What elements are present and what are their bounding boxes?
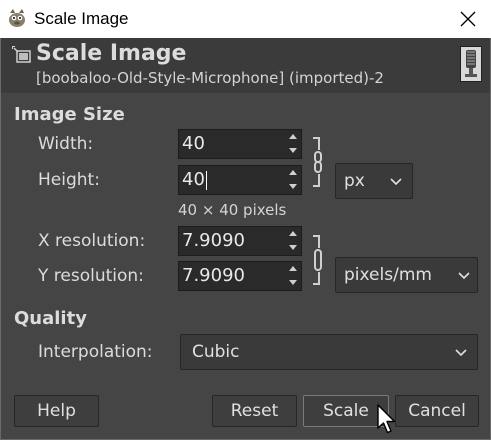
chevron-down-icon bbox=[289, 184, 297, 189]
cancel-button[interactable]: Cancel bbox=[395, 395, 479, 427]
y-resolution-label: Y resolution: bbox=[38, 266, 144, 286]
size-unit-value: px bbox=[344, 171, 365, 191]
size-chain-link-button[interactable] bbox=[311, 136, 323, 190]
x-resolution-decrement-button[interactable] bbox=[285, 241, 301, 255]
interpolation-dropdown[interactable]: Cubic bbox=[180, 334, 478, 370]
image-thumbnail bbox=[460, 46, 482, 82]
size-unit-dropdown[interactable]: px bbox=[335, 163, 413, 199]
reset-button[interactable]: Reset bbox=[212, 395, 297, 427]
chain-link-icon bbox=[313, 235, 322, 285]
window-title: Scale Image bbox=[34, 9, 129, 28]
y-resolution-input[interactable]: 7.9090 bbox=[178, 261, 302, 291]
height-label: Height: bbox=[38, 170, 100, 190]
y-resolution-decrement-button[interactable] bbox=[285, 276, 301, 290]
x-resolution-increment-button[interactable] bbox=[285, 227, 301, 241]
x-resolution-input[interactable]: 7.9090 bbox=[178, 226, 302, 256]
chevron-up-icon bbox=[289, 266, 297, 271]
window-titlebar: Scale Image bbox=[0, 0, 491, 38]
height-decrement-button[interactable] bbox=[285, 180, 301, 194]
width-value: 40 bbox=[182, 133, 205, 154]
close-button[interactable] bbox=[445, 0, 491, 38]
chevron-down-icon bbox=[289, 245, 297, 250]
quality-heading: Quality bbox=[14, 308, 87, 329]
resolution-unit-value: pixels/mm bbox=[344, 265, 432, 285]
resolution-unit-dropdown[interactable]: pixels/mm bbox=[335, 257, 478, 293]
x-resolution-value: 7.9090 bbox=[182, 230, 245, 251]
resolution-chain-link-button[interactable] bbox=[311, 234, 323, 286]
height-value: 40 bbox=[182, 169, 205, 190]
chevron-down-icon bbox=[289, 280, 297, 285]
chain-link-icon bbox=[313, 137, 322, 187]
scale-button[interactable]: Scale bbox=[303, 395, 389, 427]
scale-image-dialog: Scale Image [boobaloo-Old-Style-Micropho… bbox=[0, 38, 491, 440]
scale-tool-icon bbox=[10, 44, 32, 66]
dialog-header: Scale Image [boobaloo-Old-Style-Micropho… bbox=[1, 38, 490, 93]
width-label: Width: bbox=[38, 134, 94, 154]
y-resolution-increment-button[interactable] bbox=[285, 262, 301, 276]
width-input[interactable]: 40 bbox=[178, 129, 302, 159]
width-decrement-button[interactable] bbox=[285, 144, 301, 158]
interpolation-label: Interpolation: bbox=[38, 342, 153, 362]
pixel-size-info: 40 × 40 pixels bbox=[178, 201, 287, 219]
interpolation-value: Cubic bbox=[192, 342, 240, 362]
y-resolution-value: 7.9090 bbox=[182, 265, 245, 286]
close-icon bbox=[460, 11, 476, 27]
dialog-title: Scale Image bbox=[36, 41, 187, 66]
height-input[interactable]: 40 bbox=[178, 165, 302, 195]
x-resolution-label: X resolution: bbox=[38, 231, 146, 251]
width-increment-button[interactable] bbox=[285, 130, 301, 144]
chevron-down-icon bbox=[289, 148, 297, 153]
gimp-app-icon bbox=[6, 7, 28, 29]
help-button[interactable]: Help bbox=[14, 395, 99, 427]
chevron-up-icon bbox=[289, 231, 297, 236]
chevron-up-icon bbox=[289, 134, 297, 139]
text-cursor bbox=[206, 171, 207, 190]
chevron-down-icon bbox=[458, 272, 470, 279]
image-size-heading: Image Size bbox=[14, 104, 125, 125]
height-increment-button[interactable] bbox=[285, 166, 301, 180]
chevron-up-icon bbox=[289, 170, 297, 175]
chevron-down-icon bbox=[455, 349, 467, 356]
chevron-down-icon bbox=[390, 178, 402, 185]
image-name: [boobaloo-Old-Style-Microphone] (importe… bbox=[36, 69, 384, 87]
